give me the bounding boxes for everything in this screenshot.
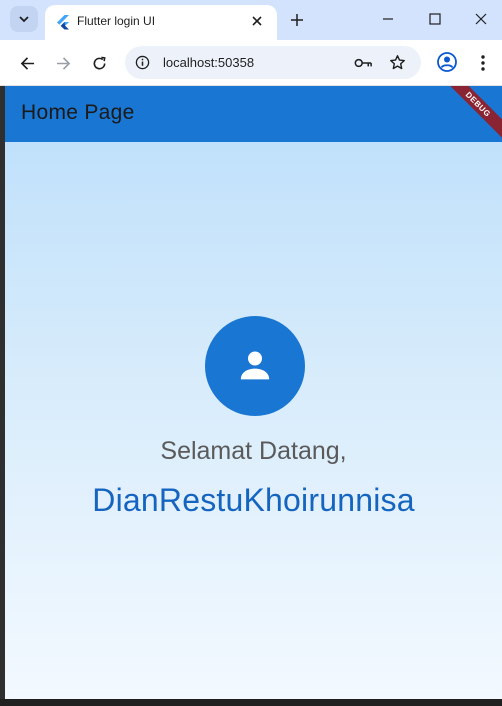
info-icon bbox=[135, 55, 150, 70]
tab-strip: Flutter login UI bbox=[0, 0, 502, 40]
tab-close-button[interactable] bbox=[247, 11, 267, 31]
plus-icon bbox=[291, 14, 303, 26]
more-vert-icon bbox=[481, 55, 485, 71]
new-tab-button[interactable] bbox=[285, 8, 309, 32]
profile-icon[interactable] bbox=[436, 51, 458, 73]
bookmark-button[interactable] bbox=[387, 53, 407, 72]
tab-search-button[interactable] bbox=[10, 6, 38, 32]
chevron-down-icon bbox=[19, 16, 29, 23]
taskbar-edge bbox=[0, 699, 502, 706]
back-button[interactable] bbox=[14, 50, 40, 76]
site-info-button[interactable] bbox=[134, 54, 151, 71]
reload-icon bbox=[93, 56, 106, 69]
forward-icon bbox=[56, 56, 70, 70]
window-close-button[interactable] bbox=[466, 6, 496, 32]
close-icon bbox=[475, 13, 487, 25]
welcome-text: Selamat Datang, bbox=[160, 437, 347, 465]
maximize-button[interactable] bbox=[420, 6, 450, 32]
reload-button[interactable] bbox=[86, 50, 112, 76]
minimize-icon bbox=[383, 18, 393, 20]
star-icon bbox=[389, 55, 405, 70]
back-icon bbox=[20, 56, 34, 70]
tab-title: Flutter login UI bbox=[77, 14, 156, 28]
avatar bbox=[205, 316, 305, 416]
page-title: Home Page bbox=[21, 101, 135, 124]
flutter-icon bbox=[57, 15, 69, 30]
close-icon bbox=[252, 16, 262, 26]
user-name: DianRestuKhoirunnisa bbox=[92, 482, 415, 518]
minimize-button[interactable] bbox=[373, 6, 403, 32]
person-icon bbox=[240, 351, 270, 380]
forward-button[interactable] bbox=[50, 50, 76, 76]
key-icon bbox=[354, 58, 372, 67]
address-bar[interactable]: localhost:50358 bbox=[125, 46, 421, 79]
browser-menu-button[interactable] bbox=[472, 50, 494, 76]
password-manager-button[interactable] bbox=[353, 54, 373, 71]
active-tab[interactable]: Flutter login UI bbox=[45, 5, 277, 40]
address-url[interactable]: localhost:50358 bbox=[163, 55, 254, 70]
browser-toolbar: localhost:50358 bbox=[0, 40, 502, 86]
maximize-icon bbox=[429, 13, 441, 25]
browser-window: Flutter login UI localhost:50358 Home Pa… bbox=[0, 0, 502, 706]
page-viewport: Home Page DEBUG Selamat Datang, DianRest… bbox=[5, 86, 502, 699]
app-bar: Home Page bbox=[5, 86, 502, 142]
